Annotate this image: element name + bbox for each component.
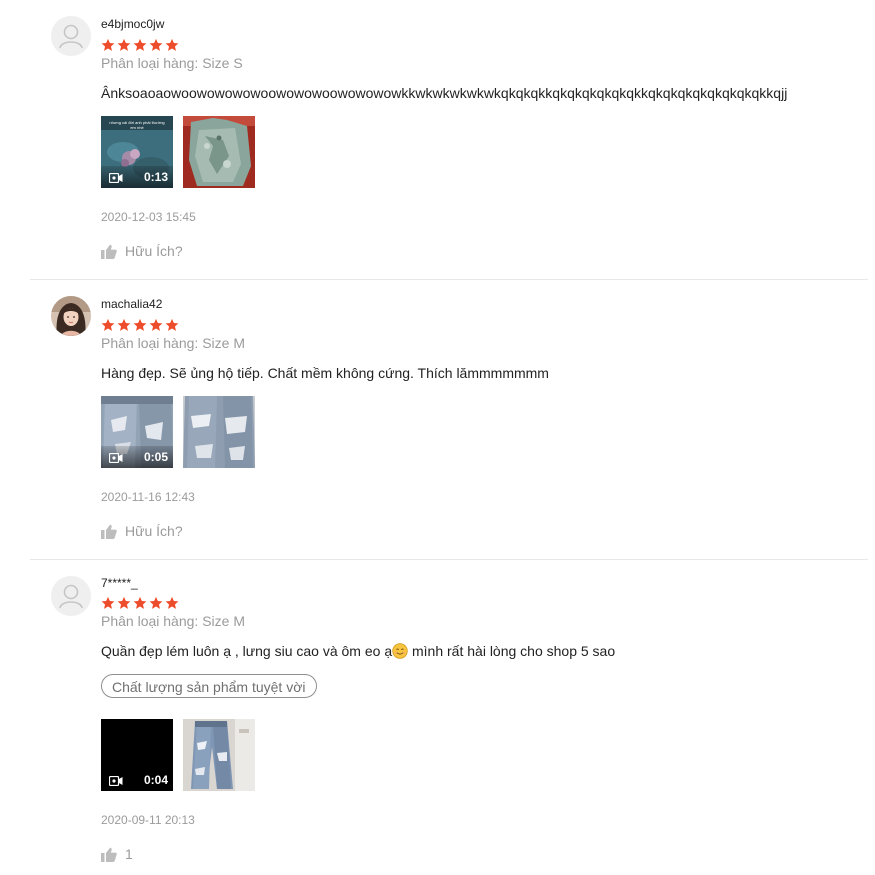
star-icon: [101, 38, 115, 51]
reviewer-username[interactable]: machalia42: [101, 297, 162, 311]
review-content: Hàng đẹp. Sẽ ủng hộ tiếp. Chất mềm không…: [101, 365, 549, 381]
product-variation: Phân loại hàng: Size M: [101, 335, 245, 351]
video-thumbnail[interactable]: nhưng cái đời anh phải thường em nhé 0:1…: [101, 116, 173, 188]
image-thumbnail[interactable]: [183, 116, 255, 188]
product-photo: [183, 719, 255, 791]
review-content: Quần đẹp lém luôn ạ , lưng siu cao và ôm…: [101, 643, 615, 659]
video-camera-icon: [109, 173, 123, 183]
star-icon: [101, 318, 115, 331]
reviewer-username[interactable]: e4bjmoc0jw: [101, 17, 164, 31]
helpful-button[interactable]: 1: [101, 846, 133, 862]
thumbs-up-icon: [101, 847, 117, 862]
rating-stars: [101, 38, 179, 52]
helpful-label: Hữu Ích?: [125, 243, 183, 259]
review-divider: [30, 279, 868, 280]
review-content: Ânksoaoaowoowowowowoowowowoowowowowkkwkw…: [101, 85, 788, 101]
avatar[interactable]: [51, 16, 91, 56]
rating-stars: [101, 318, 179, 332]
user-silhouette-icon: [51, 576, 91, 616]
star-icon: [149, 318, 163, 331]
video-thumbnail[interactable]: 0:04: [101, 719, 173, 791]
thumbs-up-icon: [101, 244, 117, 259]
smiling-face-emoji-icon: [392, 643, 408, 659]
review-media: 0:04: [101, 719, 255, 791]
reviewer-username[interactable]: 7*****_: [101, 576, 138, 590]
image-thumbnail[interactable]: [183, 719, 255, 791]
star-icon: [165, 318, 179, 331]
star-icon: [133, 596, 147, 609]
product-photo: [183, 116, 255, 188]
star-icon: [117, 318, 131, 331]
thumbs-up-icon: [101, 524, 117, 539]
user-silhouette-icon: [51, 16, 91, 56]
video-camera-icon: [109, 453, 123, 463]
helpful-label: Hữu Ích?: [125, 523, 183, 539]
star-icon: [133, 38, 147, 51]
helpful-button[interactable]: Hữu Ích?: [101, 523, 183, 539]
product-variation: Phân loại hàng: Size S: [101, 55, 243, 71]
rating-stars: [101, 596, 179, 610]
star-icon: [165, 38, 179, 51]
image-thumbnail[interactable]: [183, 396, 255, 468]
review-timestamp: 2020-09-11 20:13: [101, 813, 195, 827]
helpful-button[interactable]: Hữu Ích?: [101, 243, 183, 259]
review-divider: [30, 559, 868, 560]
star-icon: [117, 596, 131, 609]
review-media: 0:05: [101, 396, 255, 468]
review-media: nhưng cái đời anh phải thường em nhé 0:1…: [101, 116, 255, 188]
video-duration: 0:05: [143, 450, 168, 464]
star-icon: [117, 38, 131, 51]
video-camera-icon: [109, 776, 123, 786]
star-icon: [149, 596, 163, 609]
avatar[interactable]: [51, 296, 91, 336]
star-icon: [101, 596, 115, 609]
helpful-count: 1: [125, 846, 133, 862]
user-photo: [51, 296, 91, 336]
review-content-text: mình rất hài lòng cho shop 5 sao: [408, 643, 616, 659]
product-photo: [183, 396, 255, 468]
star-icon: [149, 38, 163, 51]
review-content-text: Quần đẹp lém luôn ạ , lưng siu cao và ôm…: [101, 643, 393, 659]
video-duration: 0:13: [143, 170, 168, 184]
review-timestamp: 2020-12-03 15:45: [101, 210, 196, 224]
video-thumbnail[interactable]: 0:05: [101, 396, 173, 468]
star-icon: [165, 596, 179, 609]
avatar[interactable]: [51, 576, 91, 616]
video-caption: nhưng cái đời anh phải thường em nhé: [109, 120, 165, 130]
review-timestamp: 2020-11-16 12:43: [101, 490, 195, 504]
review-tag: Chất lượng sản phẩm tuyệt vời: [101, 674, 317, 698]
video-duration: 0:04: [143, 773, 168, 787]
product-variation: Phân loại hàng: Size M: [101, 613, 245, 629]
star-icon: [133, 318, 147, 331]
